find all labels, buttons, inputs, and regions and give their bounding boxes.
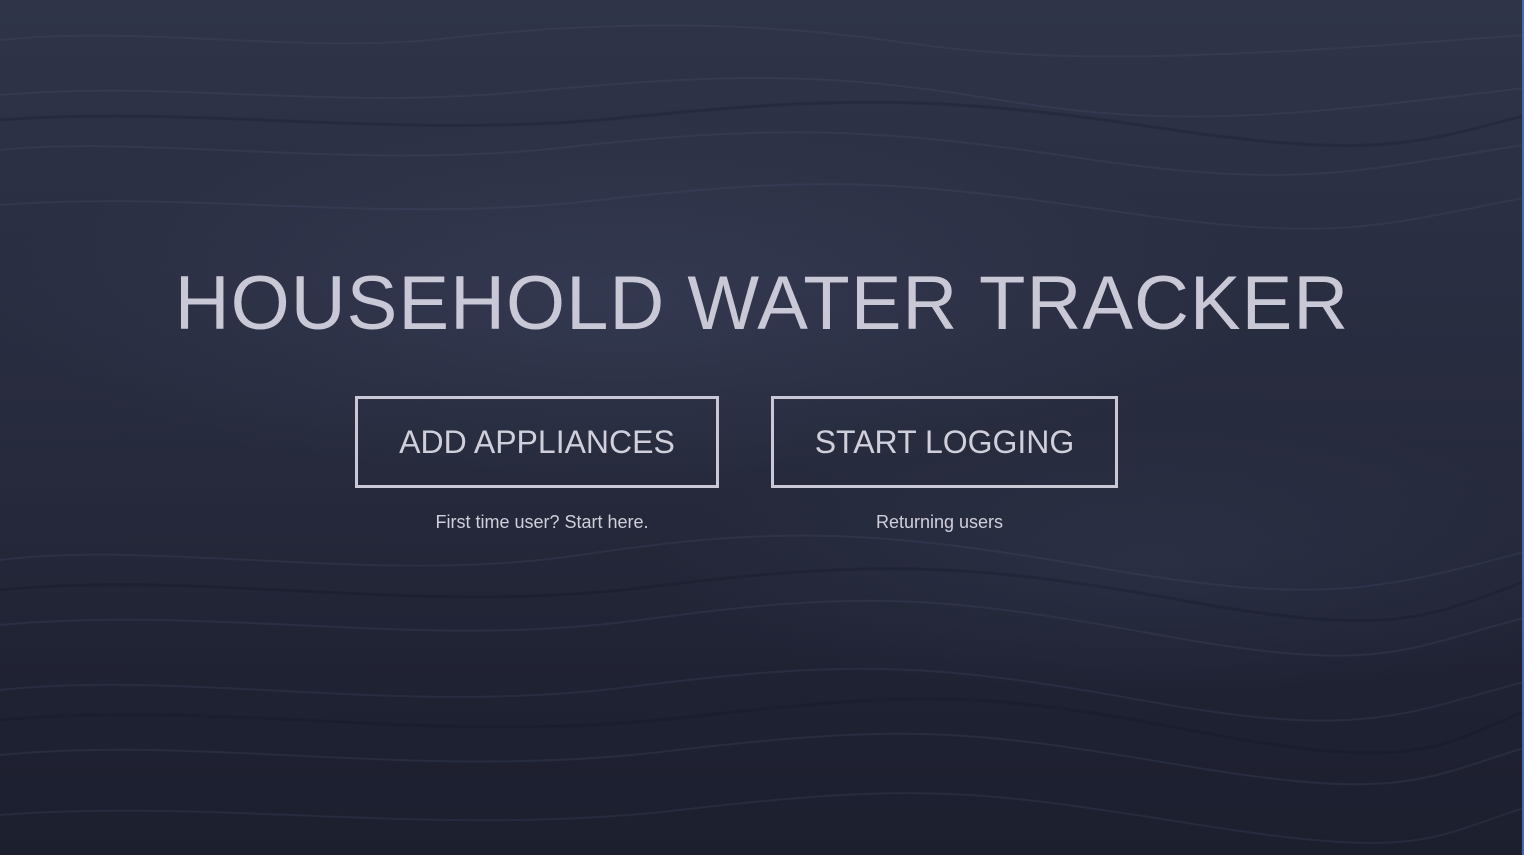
add-appliances-button[interactable]: ADD APPLIANCES — [355, 396, 719, 488]
start-logging-caption: Returning users — [875, 512, 1004, 532]
page-title: HOUSEHOLD WATER TRACKER — [174, 261, 1350, 346]
start-logging-button[interactable]: START LOGGING — [771, 396, 1118, 488]
add-appliances-caption: First time user? Start here. — [435, 512, 649, 532]
hero-section: HOUSEHOLD WATER TRACKER ADD APPLIANCES F… — [0, 0, 1524, 855]
water-background — [0, 24, 1524, 844]
